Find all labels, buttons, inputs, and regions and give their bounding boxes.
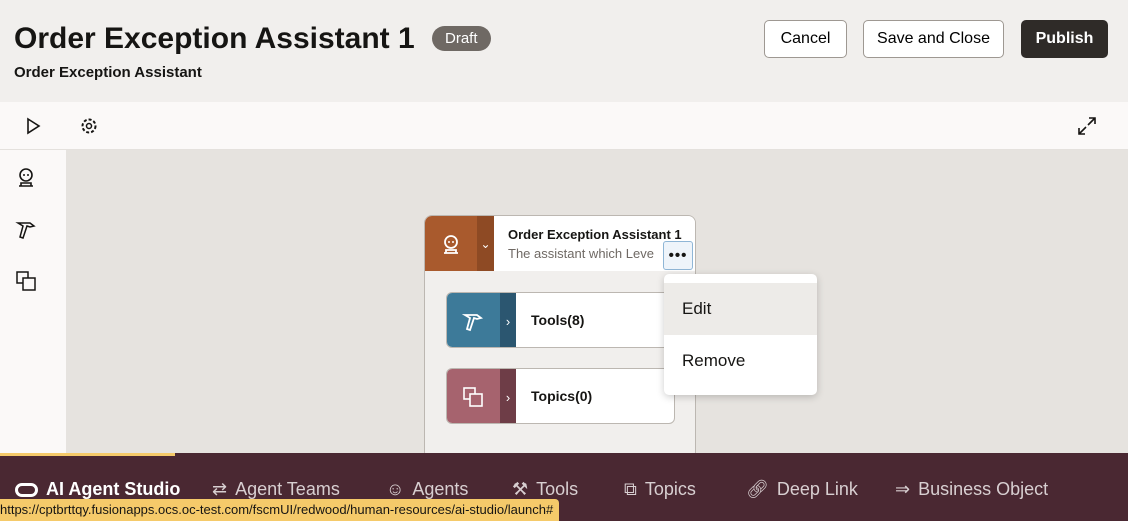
nav-deep-link[interactable]: 🔗︎ Deep Link [746,479,858,500]
nav-ai-agent-studio[interactable]: AI Agent Studio [15,479,180,500]
agent-icon: ☺ [386,479,405,499]
publish-button[interactable]: Publish [1021,20,1108,58]
agent-title: Order Exception Assistant 1 [508,227,682,242]
options-menu: Edit Remove [664,274,817,395]
expand-icon[interactable] [1076,115,1098,137]
tools-node[interactable]: › Tools(8) [446,292,675,348]
agent-description: The assistant which Leve [508,246,654,261]
topics-node[interactable]: › Topics(0) [446,368,675,424]
tools-icon [461,309,485,333]
agent-teams-icon: ⇄ [212,479,228,499]
page-subtitle: Order Exception Assistant [14,64,202,81]
active-indicator [0,453,175,456]
tools-icon[interactable] [14,217,38,241]
chevron-right-icon[interactable]: › [500,369,516,423]
menu-item-remove[interactable]: Remove [664,335,817,387]
link-icon: 🔗︎ [746,479,769,499]
topics-icon: ⧉ [624,479,637,499]
nav-business-object[interactable]: ⇒ Business Object [895,479,1048,500]
more-options-button[interactable]: ••• [663,241,693,270]
page-header: Order Exception Assistant 1 Draft Order … [0,0,1128,102]
status-badge: Draft [432,26,491,51]
toolbar [0,102,1128,150]
status-bar-url: https://cptbrttqy.fusionapps.ocs.oc-test… [0,499,560,521]
nav-topics[interactable]: ⧉ Topics [624,479,696,500]
chevron-down-icon[interactable]: ⌄ [477,216,494,271]
agent-icon[interactable] [14,165,38,189]
tools-tile [447,293,500,347]
topics-label: Topics(0) [531,388,593,404]
chevron-right-icon[interactable]: › [500,293,516,347]
topics-icon[interactable] [14,269,38,293]
agent-tile [425,216,477,271]
nav-agents[interactable]: ☺ Agents [386,479,468,500]
tools-icon: ⚒ [512,479,529,499]
tools-label: Tools(8) [531,312,585,328]
agent-card-header: ⌄ Order Exception Assistant 1 The assist… [425,216,695,271]
business-object-icon: ⇒ [895,479,911,499]
page-title: Order Exception Assistant 1 [14,22,415,55]
gear-icon[interactable] [78,115,100,137]
topics-tile [447,369,500,423]
nav-agent-teams[interactable]: ⇄ Agent Teams [212,479,340,500]
cancel-button[interactable]: Cancel [764,20,847,58]
menu-item-edit[interactable]: Edit [664,283,817,335]
save-and-close-button[interactable]: Save and Close [863,20,1004,58]
topics-icon [461,385,485,409]
nav-tools[interactable]: ⚒ Tools [512,479,578,500]
agent-card[interactable]: ⌄ Order Exception Assistant 1 The assist… [424,215,696,460]
play-icon[interactable] [22,115,44,137]
palette-sidebar [0,150,66,453]
agent-icon [439,232,463,256]
studio-icon [15,482,38,497]
